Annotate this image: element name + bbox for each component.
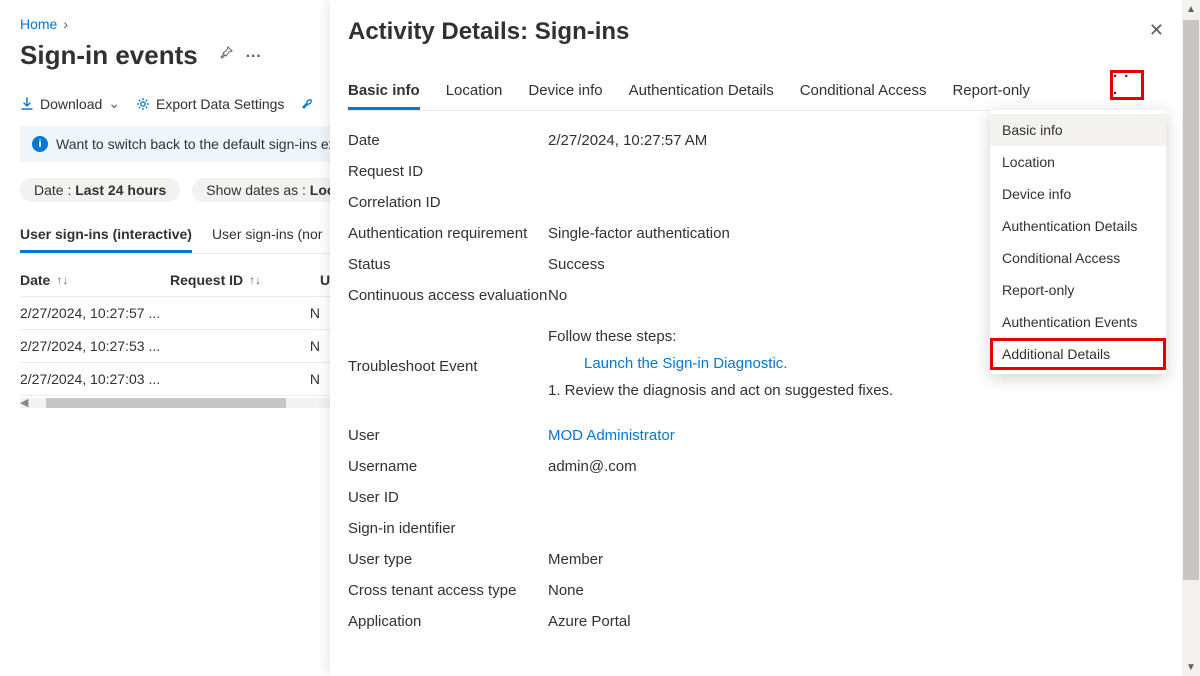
vertical-scrollbar[interactable]: ▲ ▼ (1182, 0, 1200, 676)
menu-item-additional-details[interactable]: Additional Details (990, 338, 1166, 370)
tabs-overflow-button[interactable]: · · · (1110, 70, 1144, 100)
value-user-type: Member (548, 551, 1144, 568)
tab-conditional-access[interactable]: Conditional Access (800, 74, 927, 110)
tabs-overflow-menu: Basic info Location Device info Authenti… (990, 110, 1166, 374)
menu-item-report-only[interactable]: Report-only (990, 274, 1166, 306)
label-auth-requirement: Authentication requirement (348, 225, 548, 242)
col-date-label: Date (20, 272, 50, 288)
info-icon: i (32, 136, 48, 152)
menu-item-basic-info[interactable]: Basic info (990, 114, 1166, 146)
panel-title: Activity Details: Sign-ins (348, 18, 1144, 46)
label-cae: Continuous access evaluation (348, 287, 548, 304)
label-user: User (348, 427, 548, 444)
value-username: admin@.com (548, 458, 1144, 475)
col-request-label: Request ID (170, 272, 243, 288)
label-status: Status (348, 256, 548, 273)
scroll-down-icon[interactable]: ▼ (1182, 658, 1200, 676)
value-user-link[interactable]: MOD Administrator (548, 427, 1144, 444)
menu-item-location[interactable]: Location (990, 146, 1166, 178)
tab-device-info[interactable]: Device info (528, 74, 602, 110)
value-user-id (548, 489, 1144, 506)
menu-item-device-info[interactable]: Device info (990, 178, 1166, 210)
scrollbar-thumb[interactable] (1183, 20, 1199, 580)
label-signin-identifier: Sign-in identifier (348, 520, 548, 537)
cell-n: N (170, 371, 320, 387)
label-date: Date (348, 132, 548, 149)
value-cross-tenant: None (548, 582, 1144, 599)
label-user-type: User type (348, 551, 548, 568)
panel-tabs: Basic info Location Device info Authenti… (348, 74, 1144, 111)
menu-item-conditional-access[interactable]: Conditional Access (990, 242, 1166, 274)
label-application: Application (348, 613, 548, 630)
label-troubleshoot: Troubleshoot Event (348, 328, 548, 375)
sort-icon: ↑↓ (56, 273, 68, 287)
tab-auth-details[interactable]: Authentication Details (629, 74, 774, 110)
filter-date-label: Date : (34, 182, 71, 198)
troubleshoot-step-1: 1. Review the diagnosis and act on sugge… (548, 382, 1144, 399)
gear-icon (136, 97, 150, 111)
export-label: Export Data Settings (156, 96, 284, 112)
troubleshoot-button[interactable] (300, 97, 314, 111)
cell-n: N (170, 305, 320, 321)
tab-basic-info[interactable]: Basic info (348, 74, 420, 110)
label-username: Username (348, 458, 548, 475)
download-icon (20, 97, 34, 111)
subtab-interactive[interactable]: User sign-ins (interactive) (20, 218, 192, 253)
details-panel: Activity Details: Sign-ins ✕ Basic info … (330, 0, 1200, 676)
more-icon[interactable]: ··· (246, 48, 262, 66)
cell-date: 2/27/2024, 10:27:57 ... (20, 305, 170, 321)
menu-item-auth-details[interactable]: Authentication Details (990, 210, 1166, 242)
label-user-id: User ID (348, 489, 548, 506)
close-icon[interactable]: ✕ (1149, 20, 1164, 41)
filter-date-value: Last 24 hours (75, 182, 166, 198)
sort-icon: ↑↓ (249, 273, 261, 287)
cell-n: N (170, 338, 320, 354)
col-date[interactable]: Date ↑↓ (20, 272, 170, 288)
filter-show-label: Show dates as : (206, 182, 306, 198)
col-u[interactable]: U (320, 272, 330, 288)
scroll-left-icon[interactable]: ◀ (20, 396, 28, 409)
label-cross-tenant: Cross tenant access type (348, 582, 548, 599)
wrench-icon (300, 97, 314, 111)
cell-date: 2/27/2024, 10:27:53 ... (20, 338, 170, 354)
scrollbar-thumb[interactable] (46, 398, 286, 408)
label-request-id: Request ID (348, 163, 548, 180)
download-label: Download (40, 96, 102, 112)
banner-text: Want to switch back to the default sign-… (56, 136, 359, 152)
chevron-right-icon: › (63, 16, 68, 32)
breadcrumb-home[interactable]: Home (20, 16, 57, 32)
pin-icon[interactable] (218, 45, 234, 61)
tab-location[interactable]: Location (446, 74, 503, 110)
chevron-down-icon: ⌄ (108, 95, 120, 112)
col-request[interactable]: Request ID ↑↓ (170, 272, 320, 288)
subtab-noninteractive[interactable]: User sign-ins (nor (212, 218, 322, 253)
filter-date-pill[interactable]: Date : Last 24 hours (20, 178, 180, 202)
page-title: Sign-in events (20, 40, 198, 71)
label-correlation-id: Correlation ID (348, 194, 548, 211)
value-signin-identifier (548, 520, 1144, 537)
export-button[interactable]: Export Data Settings (136, 96, 284, 112)
download-button[interactable]: Download ⌄ (20, 95, 120, 112)
value-application: Azure Portal (548, 613, 1144, 630)
tab-report-only[interactable]: Report-only (952, 74, 1030, 110)
menu-item-auth-events[interactable]: Authentication Events (990, 306, 1166, 338)
cell-date: 2/27/2024, 10:27:03 ... (20, 371, 170, 387)
scroll-up-icon[interactable]: ▲ (1182, 0, 1200, 18)
